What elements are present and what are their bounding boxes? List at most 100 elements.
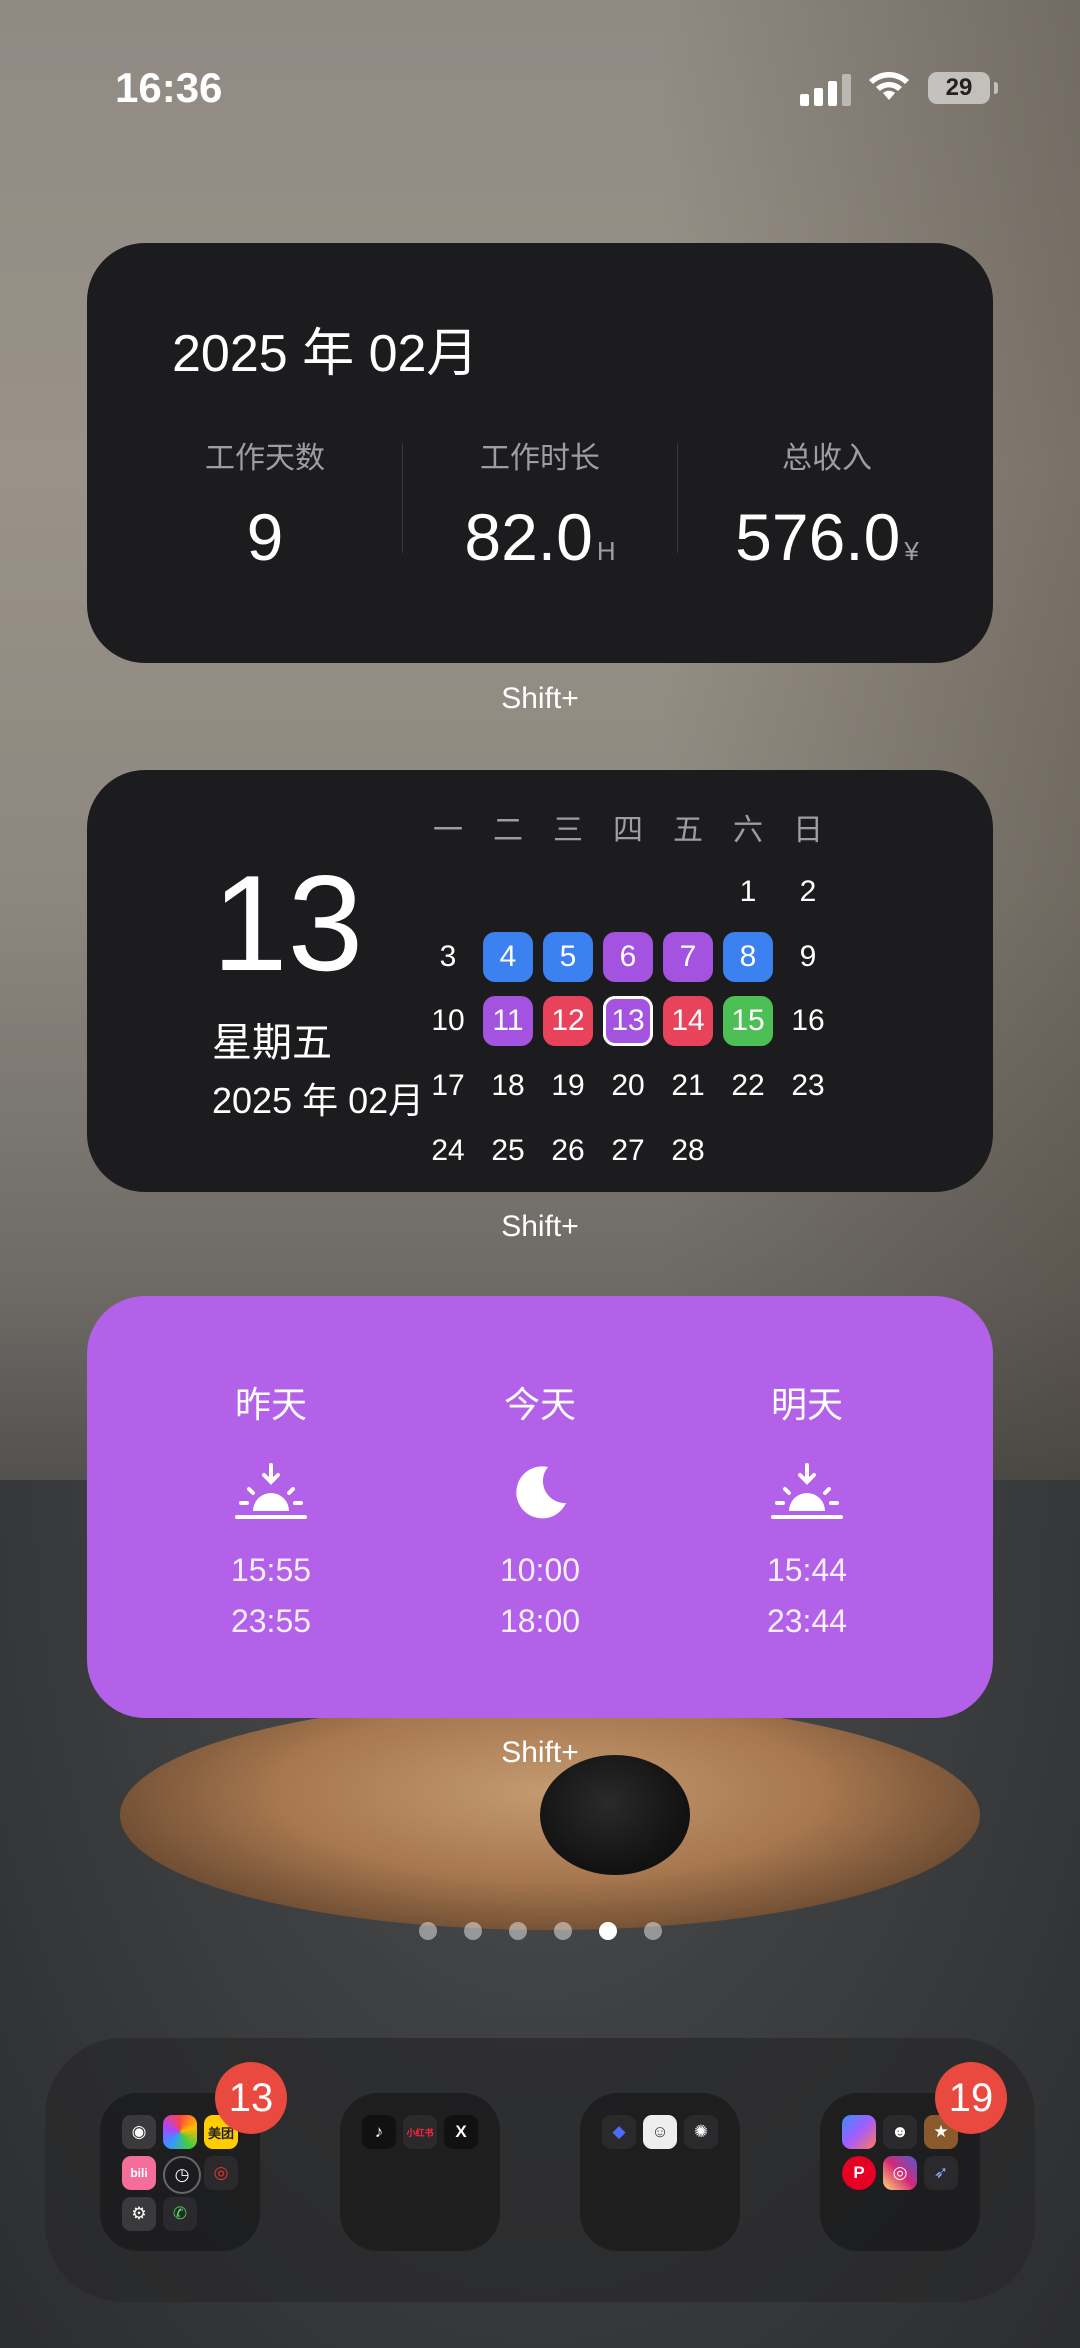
calendar-day[interactable]: 21 bbox=[663, 1061, 713, 1111]
calendar-day[interactable]: 14 bbox=[663, 996, 713, 1046]
calendar-day[interactable]: 7 bbox=[663, 932, 713, 982]
widget-caption: Shift+ bbox=[501, 682, 579, 715]
calendar-day[interactable]: 12 bbox=[543, 996, 593, 1046]
moon-icon bbox=[516, 1466, 566, 1519]
shift-day-label: 明天 bbox=[770, 1384, 843, 1425]
calendar-weekday-header: 四 bbox=[613, 814, 643, 847]
sunrise-icon bbox=[235, 1463, 307, 1519]
calendar-day[interactable]: 26 bbox=[543, 1126, 593, 1176]
calendar-day[interactable]: 22 bbox=[723, 1061, 773, 1111]
calendar-day[interactable]: 19 bbox=[543, 1061, 593, 1111]
calendar-weekday-header: 三 bbox=[553, 814, 583, 847]
settings-icon: ⚙ bbox=[122, 2197, 156, 2231]
calendar-day[interactable]: 1 bbox=[723, 867, 773, 917]
calendar-day[interactable]: 13 bbox=[603, 996, 653, 1046]
divider bbox=[402, 443, 403, 553]
calendar-day[interactable]: 3 bbox=[423, 932, 473, 982]
monthly-summary-widget[interactable]: 2025 年 02月 工作天数 9 工作时长 82.0 H 总收入 576.0 ¥ bbox=[87, 243, 993, 663]
deepseek-icon: ◆ bbox=[602, 2115, 636, 2149]
stat-label: 工作天数 bbox=[205, 442, 325, 475]
xiaohongshu-icon: 小红书 bbox=[403, 2115, 437, 2149]
page-dot[interactable] bbox=[643, 1922, 662, 1940]
tiktok-icon: ♪ bbox=[362, 2115, 396, 2149]
current-weekday: 星期五 bbox=[212, 1021, 332, 1065]
shift-start-time: 10:00 bbox=[499, 1552, 581, 1588]
calendar-weekday-header: 六 bbox=[733, 814, 763, 847]
calendar-day[interactable]: 18 bbox=[483, 1061, 533, 1111]
widget-caption: Shift+ bbox=[501, 1210, 579, 1243]
rocket-icon: ➶ bbox=[924, 2156, 958, 2190]
calendar-day[interactable]: 16 bbox=[783, 996, 833, 1046]
shift-end-time: 23:44 bbox=[766, 1603, 848, 1639]
battery-indicator: 29 bbox=[928, 72, 998, 104]
calendar-day[interactable]: 28 bbox=[663, 1126, 713, 1176]
stat-unit: H bbox=[596, 536, 616, 566]
wifi-icon bbox=[869, 72, 909, 100]
page-indicator[interactable] bbox=[0, 1922, 1080, 1940]
wallpaper-shade bbox=[660, 0, 1080, 1500]
stat-total-income: 总收入 576.0 ¥ bbox=[692, 433, 962, 575]
calendar-day[interactable]: 27 bbox=[603, 1126, 653, 1176]
calendar-day[interactable]: 8 bbox=[723, 932, 773, 982]
wallpaper-dog-nose bbox=[540, 1755, 690, 1875]
stat-work-hours: 工作时长 82.0 H bbox=[420, 433, 660, 575]
phone-icon: ✆ bbox=[163, 2197, 197, 2231]
shift-start-time: 15:55 bbox=[230, 1552, 312, 1588]
shift-column-today: 今天 10:00 18:00 bbox=[410, 1376, 670, 1640]
calendar-day[interactable]: 4 bbox=[483, 932, 533, 982]
copilot-icon bbox=[842, 2115, 876, 2149]
app-folder-2[interactable]: ♪ 小红书 X bbox=[340, 2093, 500, 2251]
stat-value: 82.0 H bbox=[464, 500, 616, 574]
notification-badge: 13 bbox=[215, 2062, 287, 2134]
shift-column-tomorrow: 明天 15:44 23:44 bbox=[677, 1376, 937, 1640]
shift-schedule-widget[interactable]: 昨天 15:55 23:55 今天 10:00 18:00 明天 15:44 2… bbox=[87, 1296, 993, 1718]
widget-caption: Shift+ bbox=[501, 1736, 579, 1769]
calendar-day[interactable]: 20 bbox=[603, 1061, 653, 1111]
calendar-widget[interactable]: 13 星期五 2025 年 02月 一二三四五六日 1 2 3 4 5 6 7 8 9 10 11 12… bbox=[87, 770, 993, 1192]
chatgpt-icon: ✺ bbox=[684, 2115, 718, 2149]
stat-value: 9 bbox=[246, 500, 284, 574]
pinterest-icon: P bbox=[842, 2156, 876, 2190]
clock-icon: ◷ bbox=[163, 2156, 201, 2194]
page-dot[interactable] bbox=[553, 1922, 572, 1940]
calendar-weekday-header: 二 bbox=[493, 814, 523, 847]
notification-badge: 19 bbox=[935, 2062, 1007, 2134]
calendar-day[interactable]: 25 bbox=[483, 1126, 533, 1176]
current-day-number: 13 bbox=[212, 847, 364, 999]
current-year-month: 2025 年 02月 bbox=[212, 1080, 425, 1121]
shift-end-time: 23:55 bbox=[230, 1603, 312, 1639]
calendar-weekday-header: 一 bbox=[433, 814, 463, 847]
calendar-day[interactable]: 17 bbox=[423, 1061, 473, 1111]
calendar-day[interactable]: 24 bbox=[423, 1126, 473, 1176]
month-title: 2025 年 02月 bbox=[172, 325, 479, 383]
shift-end-time: 18:00 bbox=[499, 1603, 581, 1639]
stat-unit: ¥ bbox=[904, 536, 919, 566]
page-dot[interactable] bbox=[508, 1922, 527, 1940]
x-icon: X bbox=[444, 2115, 478, 2149]
app-folder-3[interactable]: ◆ ☺ ✺ bbox=[580, 2093, 740, 2251]
bot-icon: ☻ bbox=[883, 2115, 917, 2149]
stat-work-days: 工作天数 9 bbox=[145, 433, 385, 575]
page-dot[interactable] bbox=[463, 1922, 482, 1940]
stat-label: 工作时长 bbox=[480, 442, 600, 475]
status-bar: 16:36 29 bbox=[0, 60, 1080, 120]
page-dot[interactable] bbox=[598, 1922, 617, 1940]
instagram-icon: ◎ bbox=[883, 2156, 917, 2190]
sunrise-icon bbox=[771, 1463, 843, 1519]
calendar-day[interactable]: 5 bbox=[543, 932, 593, 982]
camera-icon: ◉ bbox=[122, 2115, 156, 2149]
calendar-day[interactable]: 2 bbox=[783, 867, 833, 917]
calendar-day[interactable]: 9 bbox=[783, 932, 833, 982]
shift-day-label: 今天 bbox=[503, 1384, 576, 1425]
page-dot[interactable] bbox=[418, 1922, 437, 1940]
stat-value: 576.0 ¥ bbox=[735, 500, 919, 574]
calendar-day[interactable]: 15 bbox=[723, 996, 773, 1046]
calendar-weekday-header: 五 bbox=[673, 814, 703, 847]
stat-label: 总收入 bbox=[782, 442, 872, 475]
calendar-day[interactable]: 6 bbox=[603, 932, 653, 982]
calendar-day[interactable]: 23 bbox=[783, 1061, 833, 1111]
calendar-day[interactable]: 10 bbox=[423, 996, 473, 1046]
shift-start-time: 15:44 bbox=[766, 1552, 848, 1588]
photos-icon bbox=[163, 2115, 197, 2149]
calendar-day[interactable]: 11 bbox=[483, 996, 533, 1046]
